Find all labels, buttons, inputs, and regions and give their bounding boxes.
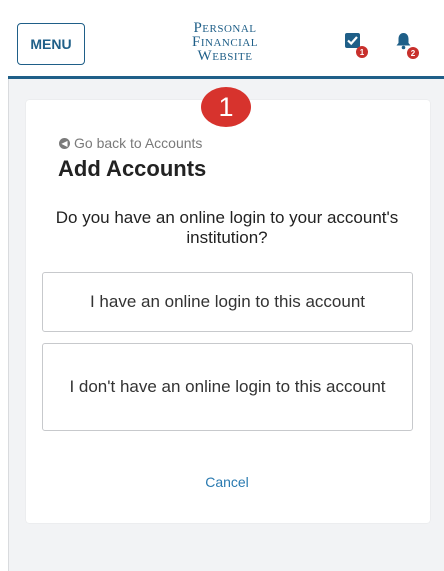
cancel-link[interactable]: Cancel — [0, 474, 444, 490]
back-to-accounts-link[interactable]: ◀ Go back to Accounts — [59, 135, 202, 151]
menu-button[interactable]: MENU — [17, 23, 85, 65]
has-online-login-label: I have an online login to this account — [89, 292, 366, 311]
has-online-login-option[interactable]: I have an online login to this account — [42, 272, 413, 332]
page-title: Add Accounts — [58, 156, 207, 181]
tasks-badge: 1 — [356, 46, 368, 58]
back-link-label: Go back to Accounts — [74, 135, 203, 151]
step-marker: 1 — [201, 87, 251, 127]
back-arrow-icon: ◀ — [59, 137, 70, 149]
logo-line-2: Financial — [192, 34, 258, 50]
notifications-badge: 2 — [407, 47, 419, 59]
no-online-login-label: I don't have an online login to this acc… — [69, 377, 386, 396]
tasks-icon[interactable]: 1 — [344, 32, 368, 58]
login-question: Do you have an online login to your acco… — [55, 208, 399, 247]
notifications-icon[interactable]: 2 — [395, 32, 419, 59]
logo-line-3: Website — [197, 48, 253, 64]
logo-line-1: Personal — [193, 20, 257, 36]
no-online-login-option[interactable]: I don't have an online login to this acc… — [42, 343, 413, 431]
site-logo[interactable]: Personal Financial Website — [167, 20, 283, 64]
